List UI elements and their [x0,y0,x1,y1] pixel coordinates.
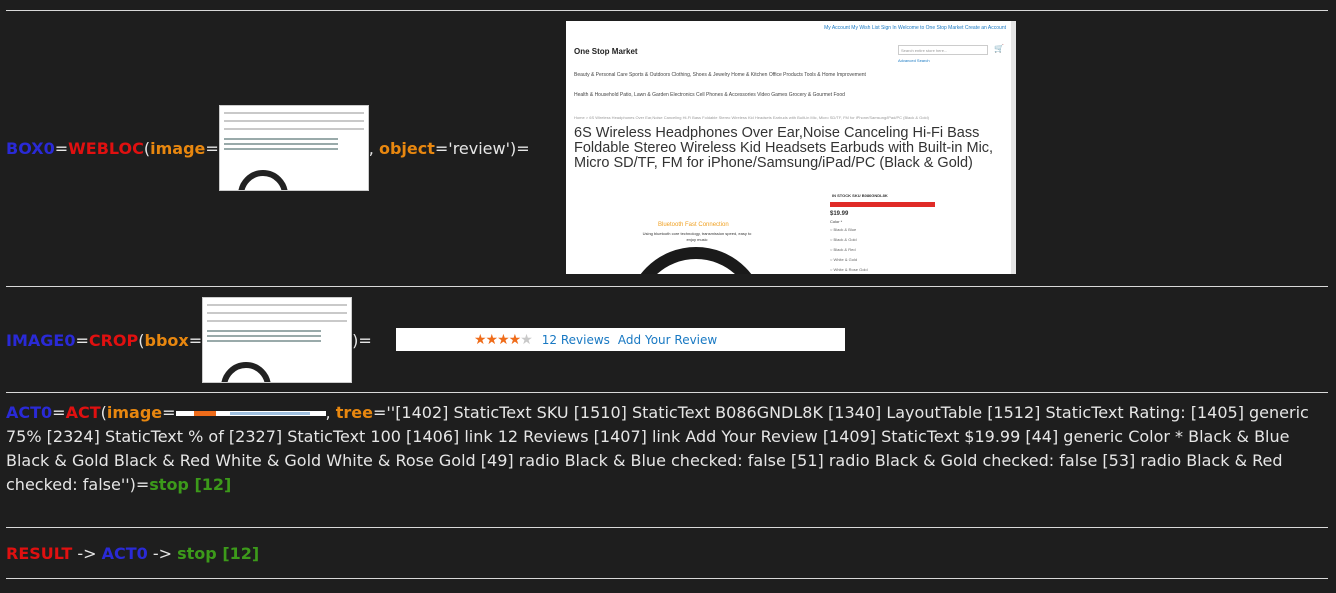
color-option[interactable]: Black & Blue [830,227,857,232]
arg-image: image [150,138,206,158]
store-logo: One Stop Market [574,47,638,56]
func-crop: CROP [88,330,139,350]
var-act0: ACT0 [6,403,53,422]
breadcrumb: Home > 6S Wireless Headphones Over Ear,N… [574,115,929,120]
func-act: ACT [65,403,101,422]
reviews-link[interactable]: 12 Reviews [542,333,610,347]
result-value: stop [12] [177,543,260,563]
divider-top [6,10,1328,11]
arg-tree: tree [335,403,373,422]
color-label: Color * [830,219,843,224]
result-row: RESULT -> ACT0 -> stop [12] [6,543,260,563]
color-option[interactable]: White & Rose Gold [830,267,868,272]
divider-3 [6,527,1328,528]
cart-icon[interactable]: 🛒 [994,44,1004,53]
result-ref: ACT0 [101,543,148,563]
act-row: ACT0=ACT(image=, tree=''[1402] StaticTex… [6,403,1309,494]
nav-row-1[interactable]: Beauty & Personal Care Sports & Outdoors… [574,72,866,78]
add-review-link[interactable]: Add Your Review [618,333,717,347]
bbox-thumbnail [202,297,353,383]
header-links: My Account My Wish List Sign In Welcome … [824,25,1006,31]
object-value: 'review' [448,138,511,158]
headphone-image [626,247,766,274]
divider-bottom [6,578,1328,579]
review-strip-crop: ★★★★★ 12 Reviews Add Your Review [396,328,845,351]
scrollbar[interactable] [1011,21,1016,274]
rating-stars: ★★★★★ [474,331,533,348]
color-option[interactable]: Black & Red [830,247,856,252]
arg-object: object [378,138,435,158]
act-result: stop [12] [149,475,232,494]
func-webloc: WEBLOC [68,138,144,158]
rating-bar [830,202,935,207]
color-option[interactable]: White & Gold [830,257,858,262]
search-input[interactable]: Search entire store here... [898,45,988,55]
divider-1 [6,286,1328,287]
mini-review-strip [175,411,326,416]
nav-row-2[interactable]: Health & Household Patio, Lawn & Garden … [574,92,845,98]
result-label: RESULT [6,543,73,563]
input-image-thumbnail [218,105,369,191]
webpage-screenshot: My Account My Wish List Sign In Welcome … [566,21,1016,274]
arg-image: image [106,403,163,422]
color-option[interactable]: Black & Gold [830,237,857,242]
promo-subtitle: Using bluetooth core technology, transmi… [642,231,752,242]
var-image0: IMAGE0 [6,330,76,350]
advanced-search-link[interactable]: Advanced Search [898,58,930,63]
divider-2 [6,392,1328,393]
product-title: 6S Wireless Headphones Over Ear,Noise Ca… [574,125,994,171]
stock-sku: IN STOCK SKU B086GNDL8K [832,193,888,198]
arg-bbox: bbox [144,330,189,350]
product-price: $19.99 [830,211,849,217]
promo-title: Bluetooth Fast Connection [658,222,729,228]
var-box0: BOX0 [6,138,55,158]
